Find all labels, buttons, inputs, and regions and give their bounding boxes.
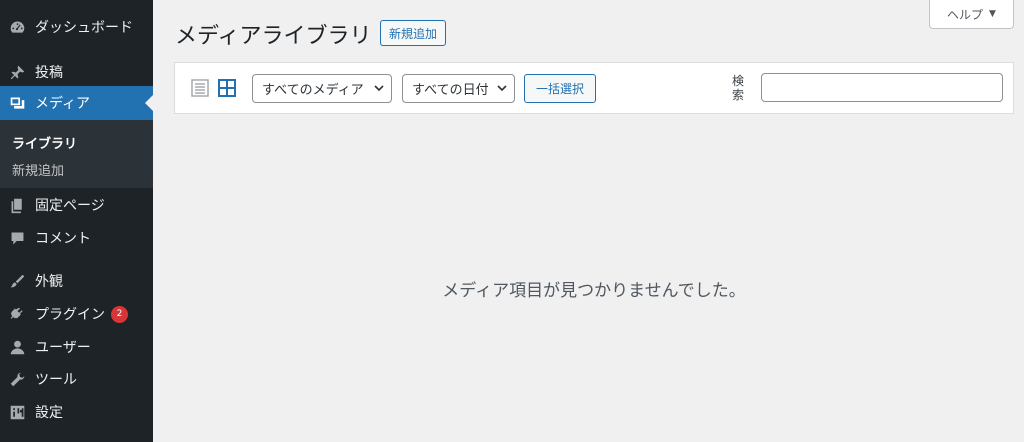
sidebar-item-settings[interactable]: 設定 xyxy=(0,395,153,429)
sidebar-item-label: 投稿 xyxy=(35,65,63,81)
sidebar-item-label: ツール xyxy=(35,372,77,388)
media-submenu: ライブラリ 新規追加 xyxy=(0,120,153,188)
page-title: メディアライブラリ xyxy=(175,24,372,49)
paintbrush-icon xyxy=(8,272,26,290)
sidebar-item-posts[interactable]: 投稿 xyxy=(0,55,153,89)
date-filter-select[interactable]: すべての日付 xyxy=(402,74,515,103)
wrench-icon xyxy=(8,370,26,388)
submenu-item-add-new[interactable]: 新規追加 xyxy=(12,160,64,179)
date-filter-value: すべての日付 xyxy=(412,83,489,98)
chevron-down-icon xyxy=(374,85,384,92)
admin-sidebar: ダッシュボード 投稿 メディア ライブラリ 新規追加 固定ページ コメント 外観 xyxy=(0,0,153,442)
pages-icon xyxy=(8,196,26,214)
list-view-icon[interactable] xyxy=(191,79,209,97)
user-icon xyxy=(8,338,26,356)
plugin-icon xyxy=(8,305,26,323)
media-type-filter-value: すべてのメディア xyxy=(262,83,364,98)
sidebar-item-label: メディア xyxy=(35,96,91,112)
sidebar-item-label: 外観 xyxy=(35,274,63,290)
empty-state-message: メディア項目が見つかりませんでした。 xyxy=(442,281,746,301)
chevron-down-icon xyxy=(497,85,507,92)
help-label: ヘルプ xyxy=(947,7,984,22)
caret-down-icon: ▼ xyxy=(989,9,996,19)
dashboard-icon xyxy=(8,18,26,36)
sidebar-item-tools[interactable]: ツール xyxy=(0,362,153,396)
sidebar-item-label: ダッシュボード xyxy=(35,20,133,36)
pushpin-icon xyxy=(8,63,26,81)
search-input[interactable] xyxy=(761,73,1003,102)
media-icon xyxy=(8,94,26,112)
sidebar-item-media[interactable]: メディア xyxy=(0,86,153,120)
submenu-item-library[interactable]: ライブラリ xyxy=(12,133,77,152)
sidebar-item-label: コメント xyxy=(35,231,91,247)
search-label: 検索 xyxy=(731,74,744,102)
sidebar-item-appearance[interactable]: 外観 xyxy=(0,264,153,298)
sidebar-item-label: 固定ページ xyxy=(35,198,105,214)
sidebar-item-comments[interactable]: コメント xyxy=(0,221,153,255)
help-tab-button[interactable]: ヘルプ ▼ xyxy=(929,0,1014,29)
media-toolbar: すべてのメディア すべての日付 一括選択 検索 xyxy=(174,62,1014,114)
sidebar-item-label: 設定 xyxy=(35,405,63,421)
sidebar-item-dashboard[interactable]: ダッシュボード xyxy=(0,10,153,44)
add-new-button[interactable]: 新規追加 xyxy=(380,20,447,46)
sidebar-item-users[interactable]: ユーザー xyxy=(0,330,153,364)
media-type-filter-select[interactable]: すべてのメディア xyxy=(252,74,392,103)
sidebar-item-pages[interactable]: 固定ページ xyxy=(0,188,153,222)
sidebar-item-label: ユーザー xyxy=(35,340,91,356)
sidebar-item-label: プラグイン xyxy=(35,307,105,323)
bulk-select-button[interactable]: 一括選択 xyxy=(524,74,596,103)
grid-view-icon[interactable] xyxy=(218,79,236,97)
sidebar-item-plugins[interactable]: プラグイン 2 xyxy=(0,297,153,331)
settings-icon xyxy=(8,403,26,421)
plugin-update-badge: 2 xyxy=(111,305,128,323)
comment-icon xyxy=(8,229,26,247)
